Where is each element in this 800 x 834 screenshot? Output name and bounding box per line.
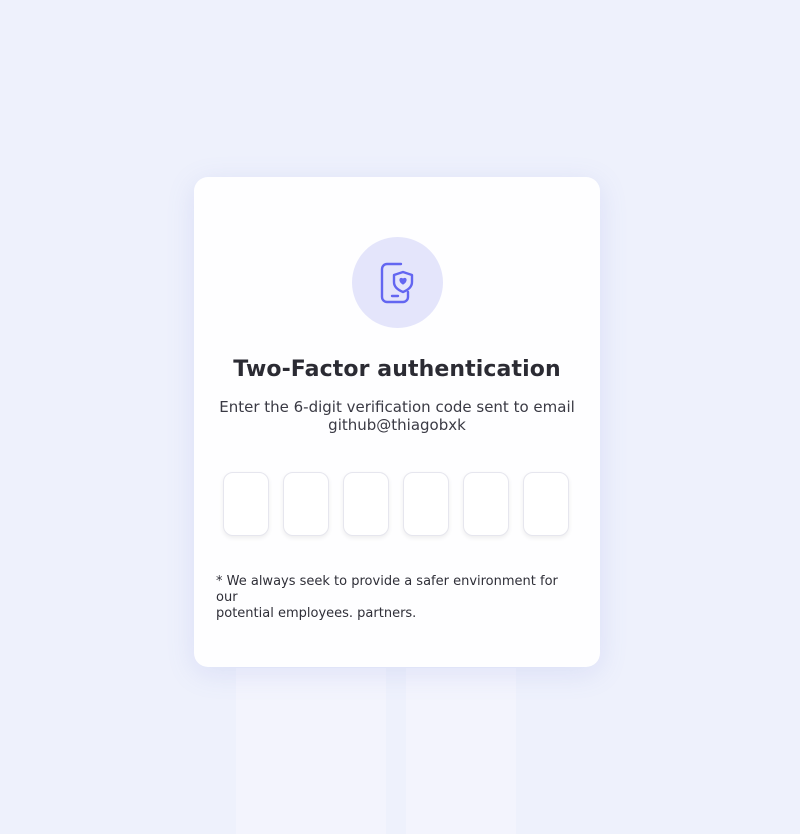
code-digit-5[interactable] bbox=[463, 472, 509, 536]
security-note: * We always seek to provide a safer envi… bbox=[216, 574, 582, 622]
background-panel-right bbox=[406, 668, 516, 834]
instructions-text: Enter the 6-digit verification code sent… bbox=[214, 398, 580, 434]
page-title: Two-Factor authentication bbox=[233, 357, 561, 382]
background-panel-left bbox=[236, 668, 386, 834]
code-digit-2[interactable] bbox=[283, 472, 329, 536]
verification-code-inputs bbox=[223, 472, 573, 538]
code-digit-4[interactable] bbox=[403, 472, 449, 536]
phone-shield-icon bbox=[380, 262, 413, 303]
two-factor-card: Two-Factor authentication Enter the 6-di… bbox=[194, 177, 600, 667]
instructions-line-1: Enter the 6-digit verification code sent… bbox=[219, 398, 575, 416]
security-note-line-2: potential employees. partners. bbox=[216, 606, 417, 621]
icon-circle bbox=[352, 237, 443, 328]
code-digit-1[interactable] bbox=[223, 472, 269, 536]
code-digit-3[interactable] bbox=[343, 472, 389, 536]
email-address: github@thiagobxk bbox=[328, 416, 466, 434]
security-note-line-1: * We always seek to provide a safer envi… bbox=[216, 574, 558, 605]
code-digit-6[interactable] bbox=[523, 472, 569, 536]
